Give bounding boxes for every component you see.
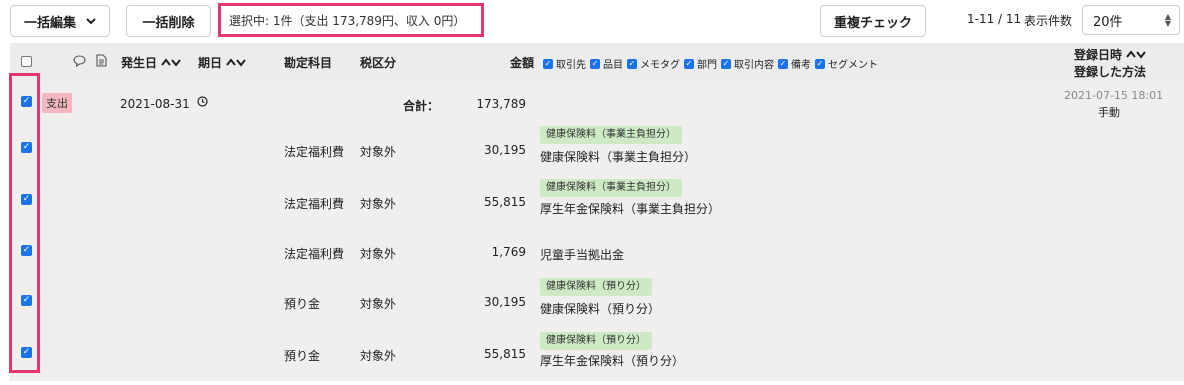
issue-date-header[interactable]: 発生日 (121, 54, 181, 71)
total-amount: 173,789 (476, 97, 526, 111)
line-description: 厚生年金保険料（預り分） (540, 354, 685, 368)
line-description: 厚生年金保険料（事業主負担分） (540, 202, 721, 216)
filter-chip-memo-tag[interactable]: ✓ メモタグ (627, 56, 680, 71)
bulk-delete-button[interactable]: 一括削除 (126, 5, 211, 37)
line-description: 健康保険料（預り分） (540, 302, 661, 316)
checkbox[interactable]: ✓ (543, 58, 553, 69)
per-page-label: 表示件数 (1024, 14, 1073, 28)
bulk-edit-button[interactable]: 一括編集 (10, 5, 110, 37)
due-date-header[interactable]: 期日 (198, 54, 246, 71)
filter-label: 部門 (697, 60, 717, 71)
line-account: 法定福利費 (284, 247, 345, 261)
line-tax: 対象外 (360, 297, 397, 311)
filter-label: 品目 (603, 60, 623, 71)
filter-chip-item[interactable]: ✓ 品目 (590, 56, 623, 71)
filter-chip-segment[interactable]: ✓ セグメント (815, 56, 878, 71)
line-description: 健康保険料（事業主負担分） (540, 150, 697, 164)
sort-icon (1122, 48, 1146, 62)
per-page-value: 20件 (1093, 14, 1123, 30)
line-amount: 55,815 (484, 347, 526, 361)
select-all-checkbox[interactable] (21, 56, 32, 67)
filter-chip-remarks[interactable]: ✓ 備考 (778, 56, 811, 71)
checkbox[interactable]: ✓ (778, 58, 788, 69)
due-date-clock-icon[interactable] (197, 96, 208, 110)
filter-chip-department[interactable]: ✓ 部門 (684, 56, 717, 71)
memo-tag: 健康保険料（事業主負担分） (540, 179, 682, 197)
line-tax: 対象外 (360, 247, 397, 261)
select-arrows-icon: ▲ ▼ (1164, 12, 1171, 28)
duplicate-check-label: 重複チェック (833, 15, 912, 31)
memo-tag: 健康保険料（預り分） (540, 278, 652, 296)
expense-badge: 支出 (42, 93, 72, 113)
table-header: 発生日 期日 勘定科目 税区分 金額 ✓ 取引先 ✓ 品目 ✓ メモタグ ✓ 部門 ✓ 取… (10, 43, 1184, 81)
selection-status: 選択中: 1件（支出 173,789円、収入 0円） (218, 3, 484, 37)
account-header: 勘定科目 (284, 56, 333, 70)
line-description: 児童手当拠出金 (540, 248, 625, 262)
registered-at: 2021-07-15 18:01 (1064, 89, 1164, 102)
checkbox[interactable]: ✓ (590, 58, 600, 69)
filter-label: 取引先 (556, 60, 586, 71)
line-amount: 55,815 (484, 195, 526, 209)
checkbox[interactable]: ✓ (684, 58, 694, 69)
checkbox-column-highlight (9, 73, 40, 373)
filter-chip-description[interactable]: ✓ 取引内容 (721, 56, 774, 71)
line-tax: 対象外 (360, 197, 397, 211)
total-label: 合計： (403, 99, 440, 113)
due-date-header-label: 期日 (198, 56, 223, 70)
comment-icon (73, 55, 86, 70)
checkbox[interactable]: ✓ (815, 58, 825, 69)
display-filter-chips: ✓ 取引先 ✓ 品目 ✓ メモタグ ✓ 部門 ✓ 取引内容 ✓ 備考 ✓ セグメント (543, 56, 882, 71)
line-account: 預り金 (284, 349, 321, 363)
registered-at-header[interactable]: 登録日時 (1074, 46, 1146, 63)
filter-label: 取引内容 (734, 60, 774, 71)
per-page-select[interactable]: 20件 ▲ ▼ (1082, 5, 1180, 35)
tax-header: 税区分 (360, 56, 397, 70)
issue-date-header-label: 発生日 (121, 56, 158, 70)
line-tax: 対象外 (360, 145, 397, 159)
line-account: 法定福利費 (284, 145, 345, 159)
pagination-info: 1-11 / 11 (967, 12, 1022, 26)
sort-icon (222, 56, 246, 70)
memo-tag: 健康保険料（事業主負担分） (540, 126, 682, 144)
line-tax: 対象外 (360, 349, 397, 363)
line-account: 法定福利費 (284, 197, 345, 211)
document-icon (96, 54, 107, 70)
duplicate-check-button[interactable]: 重複チェック (820, 5, 926, 37)
filter-label: セグメント (828, 60, 878, 71)
selection-status-text: 選択中: 1件（支出 173,789円、収入 0円） (229, 13, 466, 28)
chevron-down-icon (86, 15, 96, 28)
amount-header: 金額 (510, 56, 535, 70)
bulk-delete-label: 一括削除 (142, 15, 195, 31)
memo-tag: 健康保険料（預り分） (540, 332, 652, 350)
checkbox[interactable]: ✓ (721, 58, 731, 69)
issue-date: 2021-08-31 (120, 97, 190, 111)
filter-chip-partner[interactable]: ✓ 取引先 (543, 56, 586, 71)
filter-label: メモタグ (640, 60, 680, 71)
registered-method: 手動 (1098, 106, 1120, 119)
line-account: 預り金 (284, 297, 321, 311)
sort-icon (157, 56, 181, 70)
line-amount: 1,769 (491, 245, 526, 259)
registered-method-header: 登録した方法 (1074, 65, 1147, 79)
line-amount: 30,195 (484, 295, 526, 309)
registered-at-header-label: 登録日時 (1074, 48, 1123, 62)
checkbox[interactable]: ✓ (627, 58, 637, 69)
bulk-edit-label: 一括編集 (23, 15, 76, 31)
line-amount: 30,195 (484, 143, 526, 157)
filter-label: 備考 (791, 60, 811, 71)
